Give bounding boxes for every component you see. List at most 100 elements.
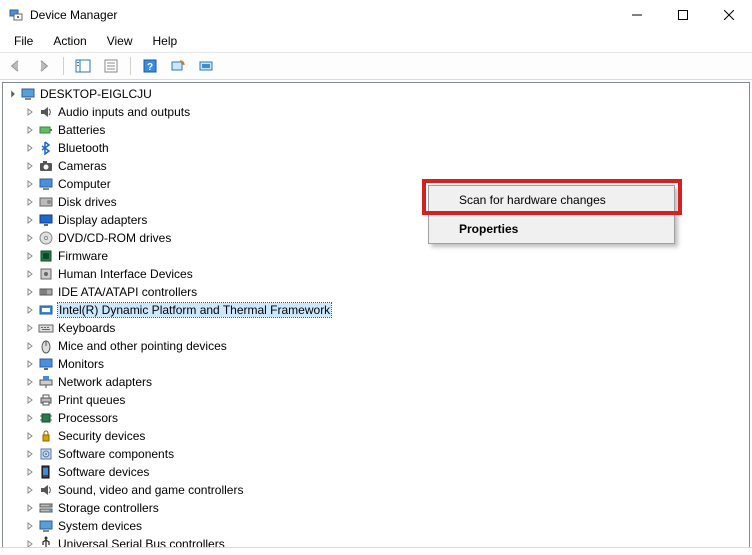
help-button[interactable]: ?	[138, 55, 162, 77]
window-controls	[614, 0, 752, 30]
forward-button[interactable]	[32, 55, 56, 77]
chevron-right-icon[interactable]	[23, 339, 37, 353]
tree-node[interactable]: Mice and other pointing devices	[5, 337, 749, 355]
device-tree-pane[interactable]: DESKTOP-EIGLCJU Audio inputs and outputs B…	[2, 82, 750, 552]
tree-node[interactable]: Monitors	[5, 355, 749, 373]
chevron-down-icon[interactable]	[5, 87, 19, 101]
display-icon	[38, 212, 54, 228]
tree-node[interactable]: Processors	[5, 409, 749, 427]
chevron-right-icon[interactable]	[23, 249, 37, 263]
tree-node[interactable]: Software components	[5, 445, 749, 463]
tree-node[interactable]: Intel(R) Dynamic Platform and Thermal Fr…	[5, 301, 749, 319]
tree-node[interactable]: Bluetooth	[5, 139, 749, 157]
chevron-right-icon[interactable]	[23, 267, 37, 281]
chevron-right-icon[interactable]	[23, 393, 37, 407]
tree-node[interactable]: Cameras	[5, 157, 749, 175]
tree-node-label: Software components	[58, 447, 174, 461]
tree-node[interactable]: Sound, video and game controllers	[5, 481, 749, 499]
chevron-right-icon[interactable]	[23, 123, 37, 137]
tree-node-label: Print queues	[58, 393, 125, 407]
storage-icon	[38, 500, 54, 516]
toolbar: ?	[0, 52, 752, 80]
context-properties[interactable]: Properties	[429, 215, 674, 243]
chevron-right-icon[interactable]	[23, 357, 37, 371]
chevron-right-icon[interactable]	[23, 177, 37, 191]
chevron-right-icon[interactable]	[23, 447, 37, 461]
chevron-right-icon[interactable]	[23, 375, 37, 389]
computer-root-icon	[20, 86, 36, 102]
mouse-icon	[38, 338, 54, 354]
tree-node[interactable]: Print queues	[5, 391, 749, 409]
firmware-icon	[38, 248, 54, 264]
dvd-icon	[38, 230, 54, 246]
maximize-button[interactable]	[660, 0, 706, 30]
minimize-button[interactable]	[614, 0, 660, 30]
tree-node-label: Security devices	[58, 429, 145, 443]
tree-node[interactable]: System devices	[5, 517, 749, 535]
audio-icon	[38, 104, 54, 120]
tree-node-label: Sound, video and game controllers	[58, 483, 243, 497]
chevron-right-icon[interactable]	[23, 195, 37, 209]
menu-file[interactable]: File	[4, 32, 43, 50]
chevron-right-icon[interactable]	[23, 501, 37, 515]
tree-node-label: Cameras	[58, 159, 107, 173]
update-driver-button[interactable]	[194, 55, 218, 77]
tree-node[interactable]: Storage controllers	[5, 499, 749, 517]
window-title: Device Manager	[30, 8, 117, 22]
bluetooth-icon	[38, 140, 54, 156]
tree-node[interactable]: Software devices	[5, 463, 749, 481]
security-icon	[38, 428, 54, 444]
tree-node-label: Storage controllers	[58, 501, 159, 515]
ide-icon	[38, 284, 54, 300]
menu-action[interactable]: Action	[43, 32, 96, 50]
chevron-right-icon[interactable]	[23, 411, 37, 425]
hid-icon	[38, 266, 54, 282]
menu-view[interactable]: View	[97, 32, 143, 50]
app-icon	[8, 7, 24, 23]
tree-node[interactable]: Human Interface Devices	[5, 265, 749, 283]
tree-node-label: Disk drives	[58, 195, 117, 209]
tree-node[interactable]: Firmware	[5, 247, 749, 265]
chevron-right-icon[interactable]	[23, 519, 37, 533]
tree-node-label: Intel(R) Dynamic Platform and Thermal Fr…	[58, 303, 331, 317]
tree-node[interactable]: Audio inputs and outputs	[5, 103, 749, 121]
battery-icon	[38, 122, 54, 138]
back-button[interactable]	[4, 55, 28, 77]
chevron-right-icon[interactable]	[23, 285, 37, 299]
show-hide-tree-button[interactable]	[71, 55, 95, 77]
chevron-right-icon[interactable]	[23, 483, 37, 497]
tree-node[interactable]: Batteries	[5, 121, 749, 139]
close-button[interactable]	[706, 0, 752, 30]
tree-node-label: Batteries	[58, 123, 105, 137]
chevron-right-icon[interactable]	[23, 159, 37, 173]
tree-node[interactable]: Security devices	[5, 427, 749, 445]
tree-node-label: Processors	[58, 411, 118, 425]
tree-root-node[interactable]: DESKTOP-EIGLCJU	[5, 85, 749, 103]
scan-hardware-button[interactable]	[166, 55, 190, 77]
properties-button[interactable]	[99, 55, 123, 77]
tree-node[interactable]: IDE ATA/ATAPI controllers	[5, 283, 749, 301]
toolbar-separator	[130, 57, 131, 75]
tree-node-label: Software devices	[58, 465, 149, 479]
tree-node[interactable]: Network adapters	[5, 373, 749, 391]
svg-text:?: ?	[147, 62, 153, 73]
software-device-icon	[38, 464, 54, 480]
tree-node-label: Network adapters	[58, 375, 152, 389]
chevron-right-icon[interactable]	[23, 303, 37, 317]
context-scan-hardware[interactable]: Scan for hardware changes	[429, 186, 674, 215]
chevron-right-icon[interactable]	[23, 429, 37, 443]
intel-thermal-icon	[38, 302, 54, 318]
tree-node-label: Audio inputs and outputs	[58, 105, 190, 119]
chevron-right-icon[interactable]	[23, 321, 37, 335]
chevron-right-icon[interactable]	[23, 105, 37, 119]
chevron-right-icon[interactable]	[23, 465, 37, 479]
chevron-right-icon[interactable]	[23, 213, 37, 227]
chevron-right-icon[interactable]	[23, 141, 37, 155]
camera-icon	[38, 158, 54, 174]
disk-icon	[38, 194, 54, 210]
chevron-right-icon[interactable]	[23, 231, 37, 245]
sound-icon	[38, 482, 54, 498]
menu-help[interactable]: Help	[143, 32, 188, 50]
network-icon	[38, 374, 54, 390]
tree-node[interactable]: Keyboards	[5, 319, 749, 337]
